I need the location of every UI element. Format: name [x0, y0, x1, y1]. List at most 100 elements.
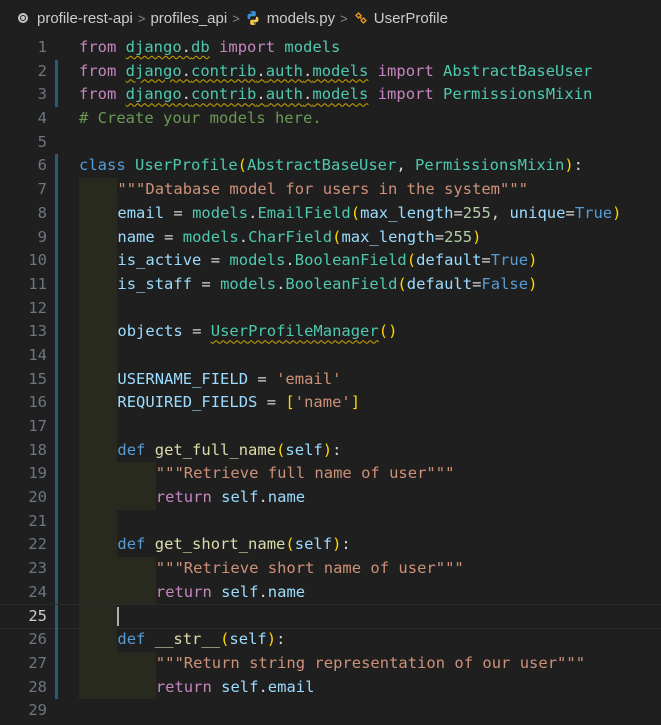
- modified-line-gutter-marker[interactable]: [55, 509, 58, 534]
- code-line[interactable]: 27 """Return string representation of our…: [0, 651, 661, 676]
- code-text: def get_short_name(self):: [79, 533, 351, 558]
- modified-line-gutter-marker[interactable]: [55, 486, 58, 510]
- line-number: 12: [28, 298, 47, 317]
- breadcrumb-symbol[interactable]: UserProfile: [374, 10, 448, 27]
- modified-line-gutter-marker[interactable]: [55, 225, 58, 250]
- code-text: name = models.CharField(max_length=255): [79, 225, 481, 250]
- modified-line-gutter-marker[interactable]: [55, 604, 58, 629]
- modified-line-gutter-marker[interactable]: [55, 438, 58, 463]
- modified-line-gutter-marker[interactable]: [55, 320, 58, 344]
- breadcrumb-folder[interactable]: profiles_api: [150, 10, 227, 27]
- code-line[interactable]: 14: [0, 343, 661, 368]
- code-text: def get_full_name(self):: [79, 438, 341, 463]
- code-line[interactable]: 5: [0, 131, 661, 155]
- modified-line-gutter-marker[interactable]: [55, 628, 58, 652]
- source-control-circle-icon: [18, 13, 28, 23]
- modified-line-gutter-marker[interactable]: [55, 580, 58, 605]
- code-line[interactable]: 16 REQUIRED_FIELDS = ['name']: [0, 391, 661, 415]
- line-number: 22: [28, 535, 47, 554]
- code-line[interactable]: 18 def get_full_name(self):: [0, 438, 661, 463]
- code-line[interactable]: 23 """Retrieve short name of user""": [0, 557, 661, 581]
- code-text: USERNAME_FIELD = 'email': [79, 367, 341, 392]
- code-line[interactable]: 1 from django.db import models: [0, 36, 661, 60]
- line-number: 1: [37, 38, 47, 56]
- modified-line-gutter-marker[interactable]: [55, 462, 58, 487]
- modified-line-gutter-marker[interactable]: [55, 675, 58, 700]
- code-text: return self.email: [79, 675, 314, 700]
- code-editor[interactable]: 1 from django.db import models 2 from djang…: [0, 36, 661, 723]
- code-line[interactable]: 4 # Create your models here.: [0, 107, 661, 131]
- code-text: """Retrieve full name of user""": [79, 462, 454, 487]
- line-number: 20: [28, 488, 47, 507]
- modified-line-gutter-marker[interactable]: [55, 201, 58, 226]
- code-line[interactable]: 11 is_staff = models.BooleanField(default…: [0, 272, 661, 297]
- modified-line-gutter-marker[interactable]: [55, 651, 58, 676]
- code-line[interactable]: 8 email = models.EmailField(max_length=25…: [0, 201, 661, 226]
- code-text: class UserProfile(AbstractBaseUser, Perm…: [79, 156, 584, 175]
- code-line[interactable]: 19 """Retrieve full name of user""": [0, 462, 661, 487]
- line-number: 16: [28, 393, 47, 412]
- modified-line-gutter-marker[interactable]: [55, 391, 58, 415]
- modified-line-gutter-marker[interactable]: [55, 343, 58, 368]
- code-text: REQUIRED_FIELDS = ['name']: [79, 391, 360, 415]
- code-line[interactable]: 20 return self.name: [0, 486, 661, 510]
- line-number: 19: [28, 464, 47, 483]
- modified-line-gutter-marker[interactable]: [55, 249, 58, 273]
- code-line[interactable]: 24 return self.name: [0, 580, 661, 605]
- python-file-icon: [245, 10, 261, 26]
- breadcrumb-separator: >: [137, 10, 146, 26]
- line-number: 25: [28, 606, 47, 625]
- modified-line-gutter-marker[interactable]: [55, 83, 58, 108]
- code-line[interactable]: 3 from django.contrib.auth.models import …: [0, 83, 661, 108]
- code-line[interactable]: 13 objects = UserProfileManager(): [0, 320, 661, 344]
- code-line[interactable]: 2 from django.contrib.auth.models import …: [0, 59, 661, 84]
- line-number: 15: [28, 369, 47, 388]
- line-number: 23: [28, 559, 47, 578]
- breadcrumb-project[interactable]: profile-rest-api: [37, 10, 133, 27]
- code-line[interactable]: 25: [0, 603, 661, 630]
- modified-line-gutter-marker[interactable]: [55, 272, 58, 297]
- breadcrumb-file[interactable]: models.py: [267, 10, 335, 27]
- code-text: """Retrieve short name of user""": [79, 557, 464, 581]
- line-number: 11: [28, 274, 47, 293]
- code-line[interactable]: 12: [0, 296, 661, 321]
- code-text: return self.name: [79, 486, 305, 510]
- code-text: objects = UserProfileManager(): [79, 320, 397, 344]
- code-line[interactable]: 6 class UserProfile(AbstractBaseUser, Per…: [0, 154, 661, 179]
- code-text: is_active = models.BooleanField(default=…: [79, 249, 537, 273]
- line-number: 3: [37, 85, 47, 104]
- modified-line-gutter-marker[interactable]: [55, 557, 58, 581]
- modified-line-gutter-marker[interactable]: [55, 178, 58, 202]
- code-line[interactable]: 26 def __str__(self):: [0, 628, 661, 652]
- code-line[interactable]: 29: [0, 699, 661, 723]
- code-line[interactable]: 10 is_active = models.BooleanField(defaul…: [0, 249, 661, 273]
- line-number: 29: [28, 701, 47, 720]
- code-line[interactable]: 7 """Database model for users in the syst…: [0, 178, 661, 202]
- line-number: 7: [37, 180, 47, 199]
- code-line[interactable]: 22 def get_short_name(self):: [0, 533, 661, 558]
- modified-line-gutter-marker[interactable]: [55, 296, 58, 321]
- code-line[interactable]: 28 return self.email: [0, 675, 661, 700]
- line-number: 17: [28, 417, 47, 435]
- code-text: # Create your models here.: [79, 109, 322, 128]
- code-text: [79, 604, 120, 629]
- code-text: from django.contrib.auth.models import P…: [79, 85, 593, 104]
- code-line[interactable]: 9 name = models.CharField(max_length=255): [0, 225, 661, 250]
- modified-line-gutter-marker[interactable]: [55, 154, 58, 179]
- line-number: 14: [28, 345, 47, 364]
- breadcrumb: profile-rest-api > profiles_api > models…: [0, 0, 661, 36]
- code-line[interactable]: 15 USERNAME_FIELD = 'email': [0, 367, 661, 392]
- code-text: is_staff = models.BooleanField(default=F…: [79, 272, 537, 297]
- modified-line-gutter-marker[interactable]: [55, 367, 58, 392]
- modified-line-gutter-marker[interactable]: [55, 415, 58, 439]
- code-text: from django.db import models: [79, 38, 341, 56]
- line-number: 6: [37, 156, 47, 175]
- code-text: from django.contrib.auth.models import A…: [79, 61, 593, 80]
- modified-line-gutter-marker[interactable]: [55, 59, 58, 84]
- modified-line-gutter-marker[interactable]: [55, 533, 58, 558]
- line-number: 26: [28, 630, 47, 649]
- code-text: [79, 509, 118, 534]
- code-line[interactable]: 21: [0, 509, 661, 534]
- code-line[interactable]: 17: [0, 415, 661, 439]
- line-number: 28: [28, 677, 47, 696]
